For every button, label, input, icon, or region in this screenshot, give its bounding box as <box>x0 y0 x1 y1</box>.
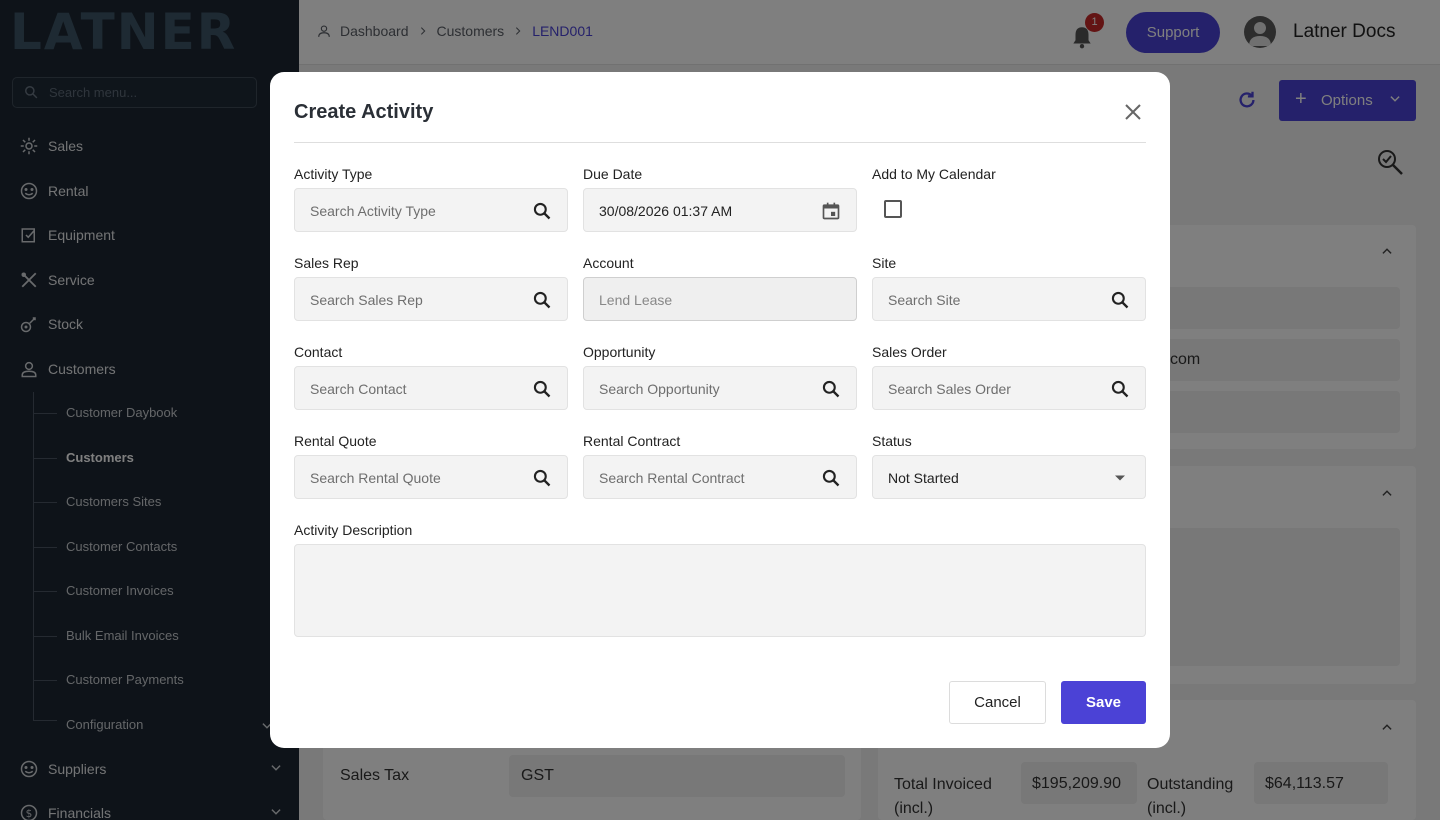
search-icon[interactable] <box>821 379 841 399</box>
search-icon[interactable] <box>532 379 552 399</box>
modal-divider <box>294 142 1146 143</box>
opportunity-label: Opportunity <box>583 344 656 360</box>
sales-rep-input[interactable]: Search Sales Rep <box>294 277 568 321</box>
activity-type-input[interactable]: Search Activity Type <box>294 188 568 232</box>
sales-order-input[interactable]: Search Sales Order <box>872 366 1146 410</box>
sales-rep-label: Sales Rep <box>294 255 359 271</box>
status-value: Not Started <box>888 470 959 486</box>
site-input[interactable]: Search Site <box>872 277 1146 321</box>
search-icon[interactable] <box>821 468 841 488</box>
sales-order-label: Sales Order <box>872 344 947 360</box>
due-date-label: Due Date <box>583 166 643 182</box>
search-icon[interactable] <box>532 468 552 488</box>
create-activity-modal: Create Activity Activity Type Search Act… <box>270 72 1170 748</box>
description-label: Activity Description <box>294 522 413 538</box>
opportunity-input[interactable]: Search Opportunity <box>583 366 857 410</box>
sales-order-placeholder: Search Sales Order <box>888 381 1011 397</box>
calendar-icon[interactable] <box>821 201 841 221</box>
sales-rep-placeholder: Search Sales Rep <box>310 292 423 308</box>
due-date-value: 30/08/2026 01:37 AM <box>599 203 733 219</box>
rental-quote-placeholder: Search Rental Quote <box>310 470 441 486</box>
search-icon[interactable] <box>1110 290 1130 310</box>
save-button[interactable]: Save <box>1061 681 1146 724</box>
contact-input[interactable]: Search Contact <box>294 366 568 410</box>
close-icon[interactable] <box>1123 102 1143 122</box>
account-label: Account <box>583 255 634 271</box>
rental-quote-label: Rental Quote <box>294 433 377 449</box>
caret-down-icon <box>1115 475 1125 481</box>
search-icon[interactable] <box>532 201 552 221</box>
site-placeholder: Search Site <box>888 292 961 308</box>
rental-contract-placeholder: Search Rental Contract <box>599 470 745 486</box>
cancel-button[interactable]: Cancel <box>949 681 1046 724</box>
modal-title: Create Activity <box>294 101 434 123</box>
description-textarea[interactable] <box>294 544 1146 637</box>
rental-contract-label: Rental Contract <box>583 433 681 449</box>
status-label: Status <box>872 433 912 449</box>
due-date-input[interactable]: 30/08/2026 01:37 AM <box>583 188 857 232</box>
contact-label: Contact <box>294 344 343 360</box>
add-to-calendar-label: Add to My Calendar <box>872 166 996 182</box>
opportunity-placeholder: Search Opportunity <box>599 381 720 397</box>
contact-placeholder: Search Contact <box>310 381 407 397</box>
add-to-calendar-checkbox[interactable] <box>884 200 902 218</box>
search-icon[interactable] <box>532 290 552 310</box>
status-select[interactable]: Not Started <box>872 455 1146 499</box>
rental-quote-input[interactable]: Search Rental Quote <box>294 455 568 499</box>
account-input: Lend Lease <box>583 277 857 321</box>
activity-type-label: Activity Type <box>294 166 373 182</box>
rental-contract-input[interactable]: Search Rental Contract <box>583 455 857 499</box>
site-label: Site <box>872 255 897 271</box>
account-value: Lend Lease <box>599 292 673 308</box>
search-icon[interactable] <box>1110 379 1130 399</box>
activity-type-placeholder: Search Activity Type <box>310 203 436 219</box>
